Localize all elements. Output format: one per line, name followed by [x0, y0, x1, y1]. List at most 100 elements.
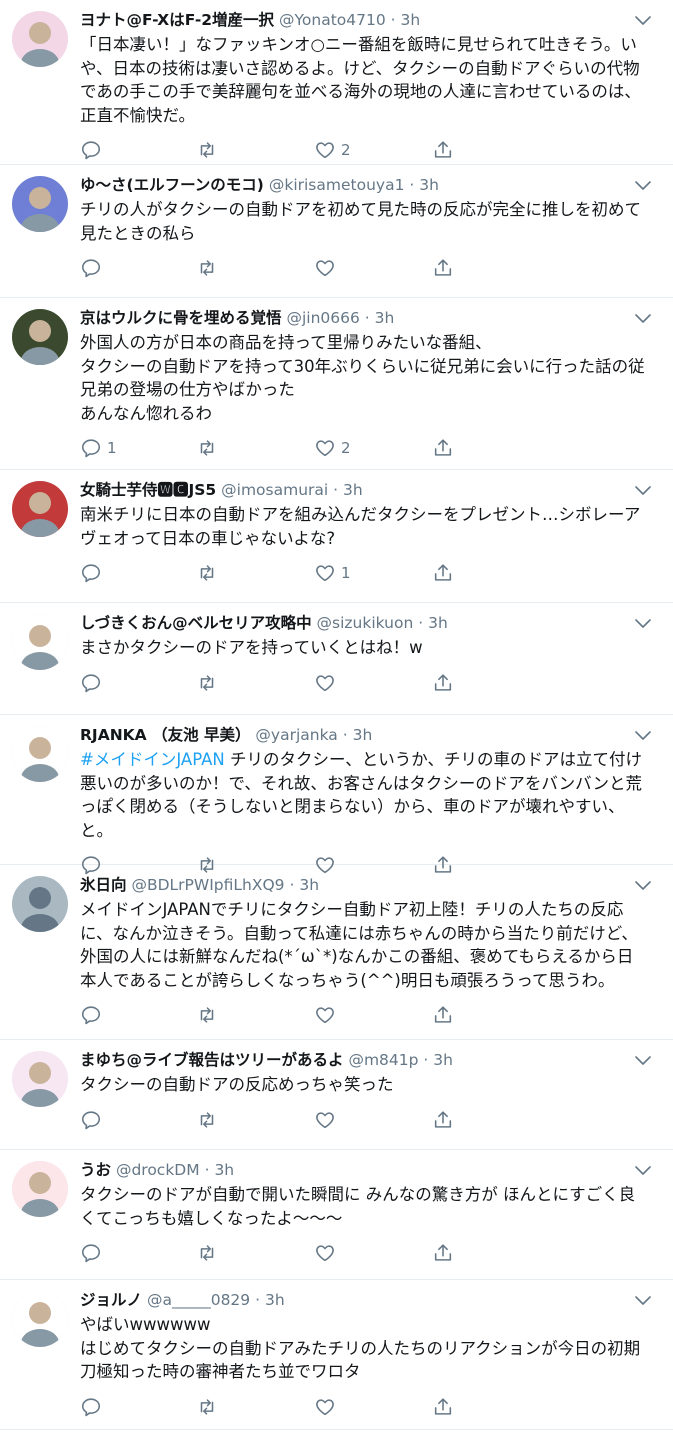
user-handle[interactable]: @m841p [348, 1051, 418, 1069]
retweet-button[interactable] [196, 139, 218, 161]
chevron-down-icon[interactable] [633, 613, 653, 633]
retweet-button[interactable] [196, 1396, 218, 1418]
avatar[interactable] [12, 876, 68, 932]
hashtag-link[interactable]: #メイドインJAPAN [80, 750, 225, 769]
like-button[interactable] [314, 1396, 341, 1418]
user-handle[interactable]: @BDLrPWIpfiLhXQ9 [131, 876, 284, 894]
avatar[interactable] [12, 1161, 68, 1217]
avatar[interactable] [12, 11, 68, 67]
reply-button[interactable]: 1 [80, 437, 117, 459]
retweet-button[interactable] [196, 1004, 218, 1026]
timestamp[interactable]: 3h [428, 614, 448, 632]
avatar[interactable] [12, 726, 68, 782]
user-handle[interactable]: @kirisametouya1 [269, 176, 405, 194]
timestamp[interactable]: 3h [299, 876, 319, 894]
like-button[interactable]: 2 [314, 437, 351, 459]
display-name[interactable]: うお [80, 1161, 111, 1179]
avatar[interactable] [12, 481, 68, 537]
share-button[interactable] [432, 672, 454, 694]
share-button[interactable] [432, 1242, 454, 1264]
reply-button[interactable] [80, 1109, 107, 1131]
like-button[interactable]: 1 [314, 562, 351, 584]
user-handle[interactable]: @yarjanka [255, 726, 337, 744]
timestamp[interactable]: 3h [401, 11, 421, 29]
user-handle[interactable]: @drockDM [116, 1161, 200, 1179]
share-button[interactable] [432, 437, 454, 459]
display-name[interactable]: ジョルノ [80, 1291, 142, 1309]
tweet[interactable]: 女騎士芋侍🆆🅲JS5 @imosamurai · 3h 南米チリに日本の自動ドア… [0, 470, 673, 603]
chevron-down-icon[interactable] [633, 10, 653, 30]
retweet-icon [200, 1245, 214, 1261]
display-name[interactable]: まゆち@ライブ報告はツリーがあるよ [80, 1051, 344, 1069]
reply-button[interactable] [80, 1396, 107, 1418]
retweet-button[interactable] [196, 437, 218, 459]
tweet[interactable]: ジョルノ @a_____0829 · 3h やばいwwwwww はじめてタクシー… [0, 1280, 673, 1430]
tweet[interactable]: ゆ〜さ(エルフーンのモコ) @kirisametouya1 · 3h チリの人が… [0, 165, 673, 298]
timestamp[interactable]: 3h [419, 176, 439, 194]
like-button[interactable] [314, 1004, 341, 1026]
timestamp[interactable]: 3h [375, 309, 395, 327]
display-name[interactable]: 京はウルクに骨を埋める覚悟 [80, 309, 282, 327]
display-name[interactable]: ヨナト@F-XはF-2増産一択 [80, 11, 274, 29]
reply-button[interactable] [80, 562, 107, 584]
display-name[interactable]: ゆ〜さ(エルフーンのモコ) [80, 176, 264, 194]
user-handle[interactable]: @imosamurai [221, 481, 328, 499]
retweet-button[interactable] [196, 562, 218, 584]
display-name[interactable]: RJANKA （友池 早美） [80, 726, 250, 744]
tweet[interactable]: 氷日向 @BDLrPWIpfiLhXQ9 · 3h メイドインJAPANでチリに… [0, 865, 673, 1040]
share-button[interactable] [432, 562, 454, 584]
reply-button[interactable] [80, 257, 107, 279]
share-button[interactable] [432, 1396, 454, 1418]
tweet[interactable]: 京はウルクに骨を埋める覚悟 @jin0666 · 3h 外国人の方が日本の商品を… [0, 298, 673, 470]
like-button[interactable] [314, 1109, 341, 1131]
display-name[interactable]: 女騎士芋侍🆆🅲JS5 [80, 481, 216, 499]
chevron-down-icon[interactable] [633, 175, 653, 195]
timestamp[interactable]: 3h [343, 481, 363, 499]
share-button[interactable] [432, 257, 454, 279]
reply-button[interactable] [80, 1242, 107, 1264]
tweet[interactable]: しづきくおん@ベルセリア攻略中 @sizukikuon · 3h まさかタクシー… [0, 603, 673, 715]
avatar[interactable] [12, 1291, 68, 1347]
tweet[interactable]: RJANKA （友池 早美） @yarjanka · 3h #メイドインJAPA… [0, 715, 673, 875]
like-button[interactable] [314, 257, 341, 279]
chevron-down-icon[interactable] [633, 1290, 653, 1310]
user-handle[interactable]: @a_____0829 [147, 1291, 250, 1309]
like-button[interactable]: 2 [314, 139, 351, 161]
like-button[interactable] [314, 1242, 341, 1264]
tweet[interactable]: まゆち@ライブ報告はツリーがあるよ @m841p · 3h タクシーの自動ドアの… [0, 1040, 673, 1150]
chevron-down-icon[interactable] [633, 725, 653, 745]
avatar[interactable] [12, 176, 68, 232]
tweet[interactable]: ヨナト@F-XはF-2増産一択 @Yonato4710 · 3h 「日本凄い！」… [0, 0, 673, 165]
like-button[interactable] [314, 672, 341, 694]
reply-button[interactable] [80, 1004, 107, 1026]
avatar[interactable] [12, 309, 68, 365]
separator-dot: · [255, 1291, 261, 1309]
retweet-button[interactable] [196, 257, 218, 279]
timestamp[interactable]: 3h [265, 1291, 285, 1309]
share-button[interactable] [432, 1109, 454, 1131]
chevron-down-icon[interactable] [633, 480, 653, 500]
retweet-button[interactable] [196, 1109, 218, 1131]
display-name[interactable]: 氷日向 [80, 876, 127, 894]
user-handle[interactable]: @sizukikuon [317, 614, 414, 632]
chevron-down-icon[interactable] [633, 1050, 653, 1070]
chevron-down-icon[interactable] [633, 308, 653, 328]
timestamp[interactable]: 3h [433, 1051, 453, 1069]
timestamp[interactable]: 3h [353, 726, 373, 744]
retweet-button[interactable] [196, 1242, 218, 1264]
display-name[interactable]: しづきくおん@ベルセリア攻略中 [80, 614, 312, 632]
tweet[interactable]: うお @drockDM · 3h タクシーのドアが自動で開いた瞬間に みんなの驚… [0, 1150, 673, 1280]
reply-button[interactable] [80, 672, 107, 694]
retweet-button[interactable] [196, 672, 218, 694]
reply-button[interactable] [80, 139, 107, 161]
avatar[interactable] [12, 614, 68, 670]
tweet-header: うお @drockDM · 3h [80, 1159, 645, 1181]
avatar[interactable] [12, 1051, 68, 1107]
share-button[interactable] [432, 139, 454, 161]
user-handle[interactable]: @jin0666 [286, 309, 359, 327]
chevron-down-icon[interactable] [633, 1160, 653, 1180]
timestamp[interactable]: 3h [214, 1161, 234, 1179]
share-button[interactable] [432, 1004, 454, 1026]
chevron-down-icon[interactable] [633, 875, 653, 895]
user-handle[interactable]: @Yonato4710 [279, 11, 386, 29]
